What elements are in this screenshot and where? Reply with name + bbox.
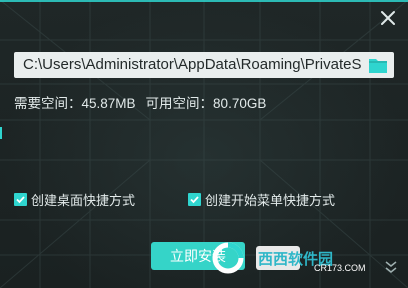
start-menu-shortcut-label: 创建开始菜单快捷方式 (205, 193, 336, 208)
start-menu-shortcut-option[interactable]: 创建开始菜单快捷方式 (188, 190, 335, 209)
required-space: 需要空间：45.87MB (14, 96, 136, 111)
left-accent-tick (0, 127, 2, 139)
desktop-shortcut-checkbox[interactable] (14, 193, 27, 206)
watermark-url: CR173.COM (314, 263, 366, 273)
available-space: 可用空间：80.70GB (145, 96, 267, 111)
folder-icon (369, 59, 387, 73)
start-menu-shortcut-checkbox[interactable] (188, 193, 201, 206)
space-info: 需要空间：45.87MB 可用空间：80.70GB (14, 92, 266, 112)
close-button[interactable] (378, 8, 398, 28)
chevron-down-icon (385, 261, 397, 273)
browse-folder-button[interactable] (367, 55, 389, 75)
checkmark-icon (16, 196, 25, 204)
install-path-input[interactable]: C:\Users\Administrator\AppData\Roaming\P… (23, 56, 366, 74)
desktop-shortcut-option[interactable]: 创建桌面快捷方式 (14, 190, 135, 209)
close-icon (381, 11, 395, 25)
watermark-logo: 西西软件园 CR173.COM (212, 242, 366, 274)
desktop-shortcut-label: 创建桌面快捷方式 (31, 193, 136, 208)
install-path-field[interactable]: C:\Users\Administrator\AppData\Roaming\P… (14, 52, 394, 78)
checkmark-icon (190, 196, 199, 204)
top-accent-line (0, 0, 408, 2)
